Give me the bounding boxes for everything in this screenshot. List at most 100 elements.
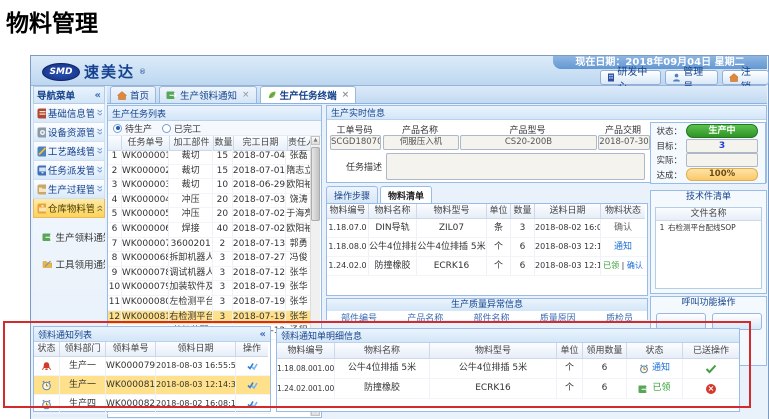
sidebar-item-label: 工艺路线管理	[48, 144, 94, 158]
gear-icon	[37, 127, 46, 138]
status-cell[interactable]: 通知	[627, 359, 683, 378]
info-panel-title: 生产实时信息	[331, 106, 385, 119]
task-panel-title: 生产任务列表	[112, 107, 166, 120]
sidebar-item-tool-requisition-notice[interactable]: 工具领用通知	[33, 255, 105, 272]
col-header: 数量	[214, 136, 234, 151]
col-header: 物料名称	[369, 204, 417, 219]
table-row[interactable]: 1 右检测平台配线SOP	[656, 221, 761, 234]
scroll-up-arrow[interactable]: ▲	[311, 136, 320, 145]
header-buttons: 研发中心 管理员 注 销	[600, 70, 769, 85]
table-row[interactable]: 生产一 WK000079 2018-08-03 16:55:50	[34, 357, 270, 376]
status-row: 状态： 生产中	[654, 125, 762, 138]
tab-label: 生产领料通知	[180, 88, 237, 102]
table-row-selected[interactable]: 12WK000081右检测平台配32018-07-19张华	[108, 311, 311, 326]
col-header: 已送操作	[683, 343, 739, 359]
table-row[interactable]: 6WK000006焊接402018-07-02欧阳袖珍	[108, 223, 311, 238]
sidebar-collapse-icon[interactable]: «	[95, 90, 101, 101]
table-row[interactable]: 9WK000078调试机器人主32018-07-12张华	[108, 267, 311, 282]
material-status-received-link[interactable]: 已领	[603, 261, 619, 270]
rnd-center-button[interactable]: 研发中心	[600, 70, 661, 85]
sidebar-item-basic-info[interactable]: 基础信息管理	[33, 104, 105, 123]
picking-notice-detail-panel: 领料通知单明细信息 物料编号 物料名称 物料型号 单位 领用数量 状态 已送操作…	[276, 328, 740, 412]
folder-icon	[37, 184, 46, 195]
table-row[interactable]: 1.24.02.0 防撞橡胶 ECRK16 个 6 2018-08-03 12:…	[327, 257, 647, 276]
table-row[interactable]: 1.18.08.001.0013 公牛4位排插 5米 公牛4位排插 5米 个 6…	[277, 359, 739, 379]
table-row[interactable]: 3WK000003裁切102018-06-29欧阳袖珍	[108, 179, 311, 194]
filter-pending-label: 待生产	[125, 122, 152, 135]
admin-button[interactable]: 管理员	[665, 70, 718, 85]
goods-out-icon	[638, 384, 649, 394]
quality-panel: 生产质量异常信息 部件编号 产品名称 部件名称 质量原因 质检员	[326, 298, 648, 320]
send-check-icon	[247, 362, 258, 371]
close-icon[interactable]: ×	[242, 90, 250, 100]
radio-off-icon	[162, 124, 171, 133]
tab-task-terminal[interactable]: 生产任务终端 ×	[260, 86, 357, 103]
task-desc-value	[386, 153, 645, 180]
table-row[interactable]: 11WK000080左检测平台配32018-07-19张华	[108, 296, 311, 311]
material-table-body: 1.18.07.0 DIN导轨 ZIL07 条 3 2018-08-02 16:…	[327, 219, 647, 276]
action-cell[interactable]	[236, 395, 268, 413]
table-row[interactable]: 4WK000004冲压202018-07-03饶涛	[108, 194, 311, 209]
notice-list-title: 领料通知列表	[38, 328, 92, 341]
table-row[interactable]: 生产四 WK000082 2018-08-02 16:08:17	[34, 395, 270, 414]
sent-cell[interactable]: ×	[683, 379, 739, 398]
action-cell[interactable]	[236, 376, 268, 394]
status-link[interactable]: 通知	[652, 359, 670, 378]
route-pencil-icon	[37, 146, 46, 157]
main-tabbar: 首页 生产领料通知 × 生产任务终端 ×	[107, 86, 767, 104]
status-cell[interactable]: 已领	[627, 379, 683, 398]
sidebar-item-process-route[interactable]: 工艺路线管理	[33, 142, 105, 161]
notice-detail-table-header: 物料编号 物料名称 物料型号 单位 领用数量 状态 已送操作	[277, 343, 739, 359]
table-row-selected[interactable]: 生产一 WK000081 2018-08-03 12:14:32	[34, 376, 270, 395]
notice-detail-header: 领料通知单明细信息	[277, 329, 739, 343]
tab-label: 操作步骤	[334, 189, 370, 202]
status-link[interactable]: 已领	[652, 379, 670, 398]
table-row[interactable]: 7WK000007360020122018-07-13郭勇	[108, 238, 311, 253]
chevron-down-icon	[96, 185, 102, 193]
sent-cell[interactable]	[683, 359, 739, 378]
actual-row: 实际：	[654, 154, 762, 167]
col-header: 领料日期	[156, 342, 236, 357]
home-icon	[117, 91, 127, 100]
tab-operation-steps[interactable]: 操作步骤	[326, 186, 378, 203]
close-icon[interactable]: ×	[342, 90, 350, 100]
filter-pending-radio[interactable]: 待生产	[113, 122, 152, 135]
cross-red-icon: ×	[706, 384, 716, 394]
table-row[interactable]: 8WK000068拆卸机器人32018-07-27冯俊	[108, 252, 311, 267]
sidebar-item-equipment[interactable]: 设备资源管理	[33, 123, 105, 142]
table-row[interactable]: 1WK000001裁切152018-07-04张磊	[108, 150, 311, 165]
col-header: 任务单号	[122, 136, 170, 151]
sidebar-item-task-dispatch[interactable]: 任务派发管理	[33, 161, 105, 180]
col-header: 领用数量	[583, 343, 627, 359]
product-name-value: 伺服压入机	[383, 135, 459, 150]
sidebar-item-warehouse-material[interactable]: 仓库物料管理	[33, 199, 105, 218]
col-header: 产品名称	[407, 311, 443, 324]
actual-value	[686, 153, 758, 167]
clock-icon	[639, 364, 649, 374]
tab-home[interactable]: 首页	[110, 86, 156, 103]
table-row[interactable]: 10WK000079加装软件及设32018-07-19张华	[108, 281, 311, 296]
tab-material-list[interactable]: 物料清单	[380, 186, 432, 203]
collapse-icon[interactable]: «	[260, 329, 266, 340]
tech-panel-title: 技术件清单	[651, 191, 766, 204]
material-status[interactable]: 确认	[601, 219, 645, 237]
material-status-notify-link[interactable]: 通知	[601, 238, 645, 256]
sidebar-item-production-process[interactable]: 生产过程管理	[33, 180, 105, 199]
table-row[interactable]: 2WK000002裁切152018-07-01隋志立	[108, 165, 311, 180]
table-row[interactable]: 5WK000005冲压202018-07-02于海亮	[108, 208, 311, 223]
material-status-confirm-link[interactable]: 确认	[627, 261, 643, 270]
scroll-thumb[interactable]	[311, 147, 320, 221]
action-cell[interactable]	[236, 357, 268, 375]
tab-picking-notice[interactable]: 生产领料通知 ×	[159, 86, 257, 103]
table-row[interactable]: 1.24.02.001.0004 防撞橡胶 ECRK16 个 6 已领 ×	[277, 379, 739, 399]
notice-detail-title: 领料通知单明细信息	[281, 329, 362, 342]
table-row[interactable]: 1.18.08.0 公牛4位排插 5米 公牛4位排插 5米 个 6 2018-0…	[327, 238, 647, 257]
logout-button[interactable]: 注 销	[722, 70, 769, 85]
sidebar-item-production-picking-notice[interactable]: 生产领料通知	[33, 228, 105, 245]
table-row[interactable]: 1.18.07.0 DIN导轨 ZIL07 条 3 2018-08-02 16:…	[327, 219, 647, 238]
leaf-icon	[267, 90, 277, 100]
col-header: 物料状态	[601, 204, 645, 219]
filter-done-radio[interactable]: 已完工	[162, 122, 201, 135]
sidebar-item-label: 仓库物料管理	[48, 201, 94, 215]
picking-notice-list-panel: 领料通知列表 « 状态 领料部门 领料单号 领料日期 操作 生产一 WK0000…	[33, 326, 271, 412]
